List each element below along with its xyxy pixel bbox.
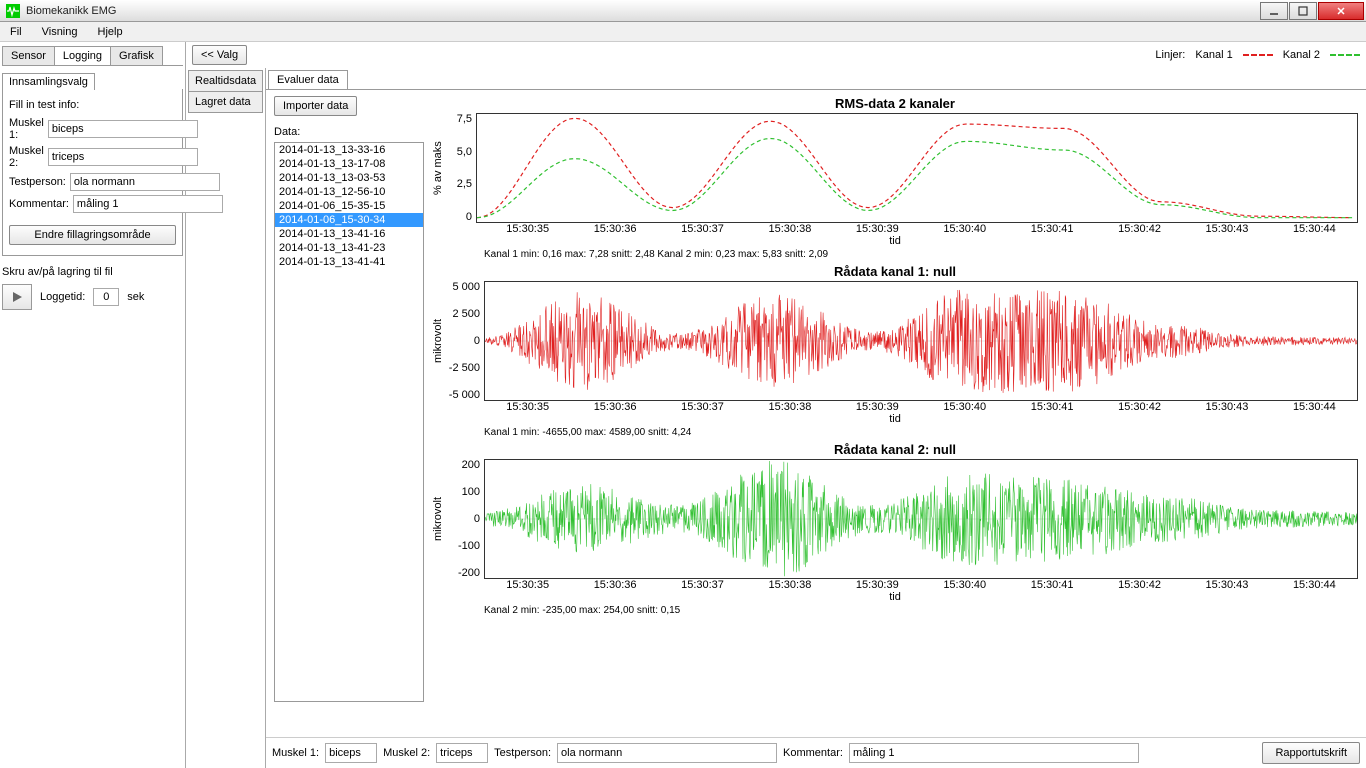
- legend-kanal2-label: Kanal 2: [1283, 49, 1320, 61]
- chart-raw1-ylabel: mikrovolt: [432, 281, 448, 401]
- bottom-muskel2-field[interactable]: [436, 743, 488, 763]
- left-tabstrip: Sensor Logging Grafisk: [2, 46, 183, 66]
- data-list-item[interactable]: 2014-01-06_15-35-15: [275, 199, 423, 213]
- bottom-kommentar-label: Kommentar:: [783, 747, 843, 759]
- valg-button[interactable]: << Valg: [192, 45, 247, 65]
- window-title: Biomekanikk EMG: [26, 5, 1260, 17]
- chart-raw1-yticks: 5 0002 5000-2 500-5 000: [448, 281, 484, 401]
- close-button[interactable]: [1318, 2, 1364, 20]
- tab-grafisk[interactable]: Grafisk: [110, 46, 163, 65]
- chart-legend: Linjer: Kanal 1 Kanal 2: [1155, 49, 1360, 61]
- fill-test-info-label: Fill in test info:: [9, 99, 176, 111]
- right-pane: Evaluer data Importer data Data: 2014-01…: [266, 68, 1366, 768]
- menubar: Fil Visning Hjelp: [0, 22, 1366, 42]
- chart-rms-title: RMS-data 2 kanaler: [432, 96, 1358, 111]
- tab-sensor[interactable]: Sensor: [2, 46, 55, 65]
- data-list-item[interactable]: 2014-01-13_13-17-08: [275, 157, 423, 171]
- chart-rms: RMS-data 2 kanaler % av maks 7,55,02,50 …: [432, 96, 1358, 264]
- legend-label: Linjer:: [1155, 49, 1185, 61]
- chart-raw2: Rådata kanal 2: null mikrovolt 2001000-1…: [432, 442, 1358, 620]
- chart-raw1-stats: Kanal 1 min: -4655,00 max: 4589,00 snitt…: [432, 425, 1358, 442]
- bottom-muskel2-label: Muskel 2:: [383, 747, 430, 759]
- mid-pane: Realtidsdata Lagret data: [186, 68, 266, 768]
- main-pane: << Valg Linjer: Kanal 1 Kanal 2 Realtids…: [186, 42, 1366, 768]
- chart-raw2-title: Rådata kanal 2: null: [432, 442, 1358, 457]
- chart-raw2-plot[interactable]: [484, 459, 1358, 579]
- data-list-item[interactable]: 2014-01-13_12-56-10: [275, 185, 423, 199]
- chart-rms-xticks: 15:30:3515:30:3615:30:3715:30:3815:30:39…: [432, 223, 1358, 235]
- data-list-item[interactable]: 2014-01-13_13-41-16: [275, 227, 423, 241]
- bottom-bar: Muskel 1: Muskel 2: Testperson: Kommenta…: [266, 737, 1366, 768]
- kommentar-label: Kommentar:: [9, 198, 69, 210]
- chart-raw1: Rådata kanal 1: null mikrovolt 5 0002 50…: [432, 264, 1358, 442]
- bottom-muskel1-label: Muskel 1:: [272, 747, 319, 759]
- chart-raw2-stats: Kanal 2 min: -235,00 max: 254,00 snitt: …: [432, 603, 1358, 620]
- menu-visning[interactable]: Visning: [36, 24, 84, 40]
- chart-raw2-ylabel: mikrovolt: [432, 459, 448, 579]
- chart-rms-plot[interactable]: [476, 113, 1358, 223]
- chart-raw2-yticks: 2001000-100-200: [448, 459, 484, 579]
- play-button[interactable]: [2, 284, 32, 310]
- loggetid-field[interactable]: [93, 288, 119, 306]
- legend-kanal2-line: [1330, 54, 1360, 56]
- data-list-item[interactable]: 2014-01-13_13-41-23: [275, 241, 423, 255]
- tab-logging[interactable]: Logging: [54, 46, 111, 65]
- data-listbox[interactable]: 2014-01-13_13-33-162014-01-13_13-17-0820…: [274, 142, 424, 702]
- bottom-kommentar-field[interactable]: [849, 743, 1139, 763]
- data-list-item[interactable]: 2014-01-13_13-03-53: [275, 171, 423, 185]
- loggetid-unit: sek: [127, 291, 144, 303]
- loggetid-label: Loggetid:: [40, 291, 85, 303]
- chart-raw1-xlabel: tid: [432, 413, 1358, 425]
- chart-raw1-title: Rådata kanal 1: null: [432, 264, 1358, 279]
- bottom-testperson-label: Testperson:: [494, 747, 551, 759]
- chart-rms-ylabel: % av maks: [432, 113, 448, 223]
- innsamlingsvalg-caption: Innsamlingsvalg: [2, 73, 95, 90]
- data-list-item[interactable]: 2014-01-13_13-41-41: [275, 255, 423, 269]
- muskel1-label: Muskel 1:: [9, 117, 44, 141]
- maximize-button[interactable]: [1289, 2, 1317, 20]
- chart-raw2-xticks: 15:30:3515:30:3615:30:3715:30:3815:30:39…: [432, 579, 1358, 591]
- tab-lagret-data[interactable]: Lagret data: [188, 91, 263, 113]
- legend-kanal1-line: [1243, 54, 1273, 56]
- bottom-testperson-field[interactable]: [557, 743, 777, 763]
- endre-fillagring-button[interactable]: Endre fillagringsområde: [9, 225, 176, 245]
- muskel2-field[interactable]: [48, 148, 198, 166]
- testperson-label: Testperson:: [9, 176, 66, 188]
- left-pane: Sensor Logging Grafisk Innsamlingsvalg F…: [0, 42, 186, 768]
- menu-hjelp[interactable]: Hjelp: [92, 24, 129, 40]
- chart-raw2-xlabel: tid: [432, 591, 1358, 603]
- bottom-muskel1-field[interactable]: [325, 743, 377, 763]
- muskel1-field[interactable]: [48, 120, 198, 138]
- tab-evaluer-data[interactable]: Evaluer data: [268, 70, 348, 89]
- chart-rms-xlabel: tid: [432, 235, 1358, 247]
- data-label: Data:: [274, 126, 424, 138]
- muskel2-label: Muskel 2:: [9, 145, 44, 169]
- chart-rms-stats: Kanal 1 min: 0,16 max: 7,28 snitt: 2,48 …: [432, 247, 1358, 264]
- legend-kanal1-label: Kanal 1: [1195, 49, 1232, 61]
- skru-lagring-label: Skru av/på lagring til fil: [2, 266, 183, 278]
- menu-fil[interactable]: Fil: [4, 24, 28, 40]
- chart-raw1-xticks: 15:30:3515:30:3615:30:3715:30:3815:30:39…: [432, 401, 1358, 413]
- importer-data-button[interactable]: Importer data: [274, 96, 357, 116]
- rapportutskrift-button[interactable]: Rapportutskrift: [1262, 742, 1360, 764]
- chart-raw1-plot[interactable]: [484, 281, 1358, 401]
- data-list-item[interactable]: 2014-01-13_13-33-16: [275, 143, 423, 157]
- data-list-item[interactable]: 2014-01-06_15-30-34: [275, 213, 423, 227]
- tab-realtidsdata[interactable]: Realtidsdata: [188, 70, 263, 92]
- app-icon: [6, 4, 20, 18]
- chart-rms-yticks: 7,55,02,50: [448, 113, 476, 223]
- titlebar: Biomekanikk EMG: [0, 0, 1366, 22]
- minimize-button[interactable]: [1260, 2, 1288, 20]
